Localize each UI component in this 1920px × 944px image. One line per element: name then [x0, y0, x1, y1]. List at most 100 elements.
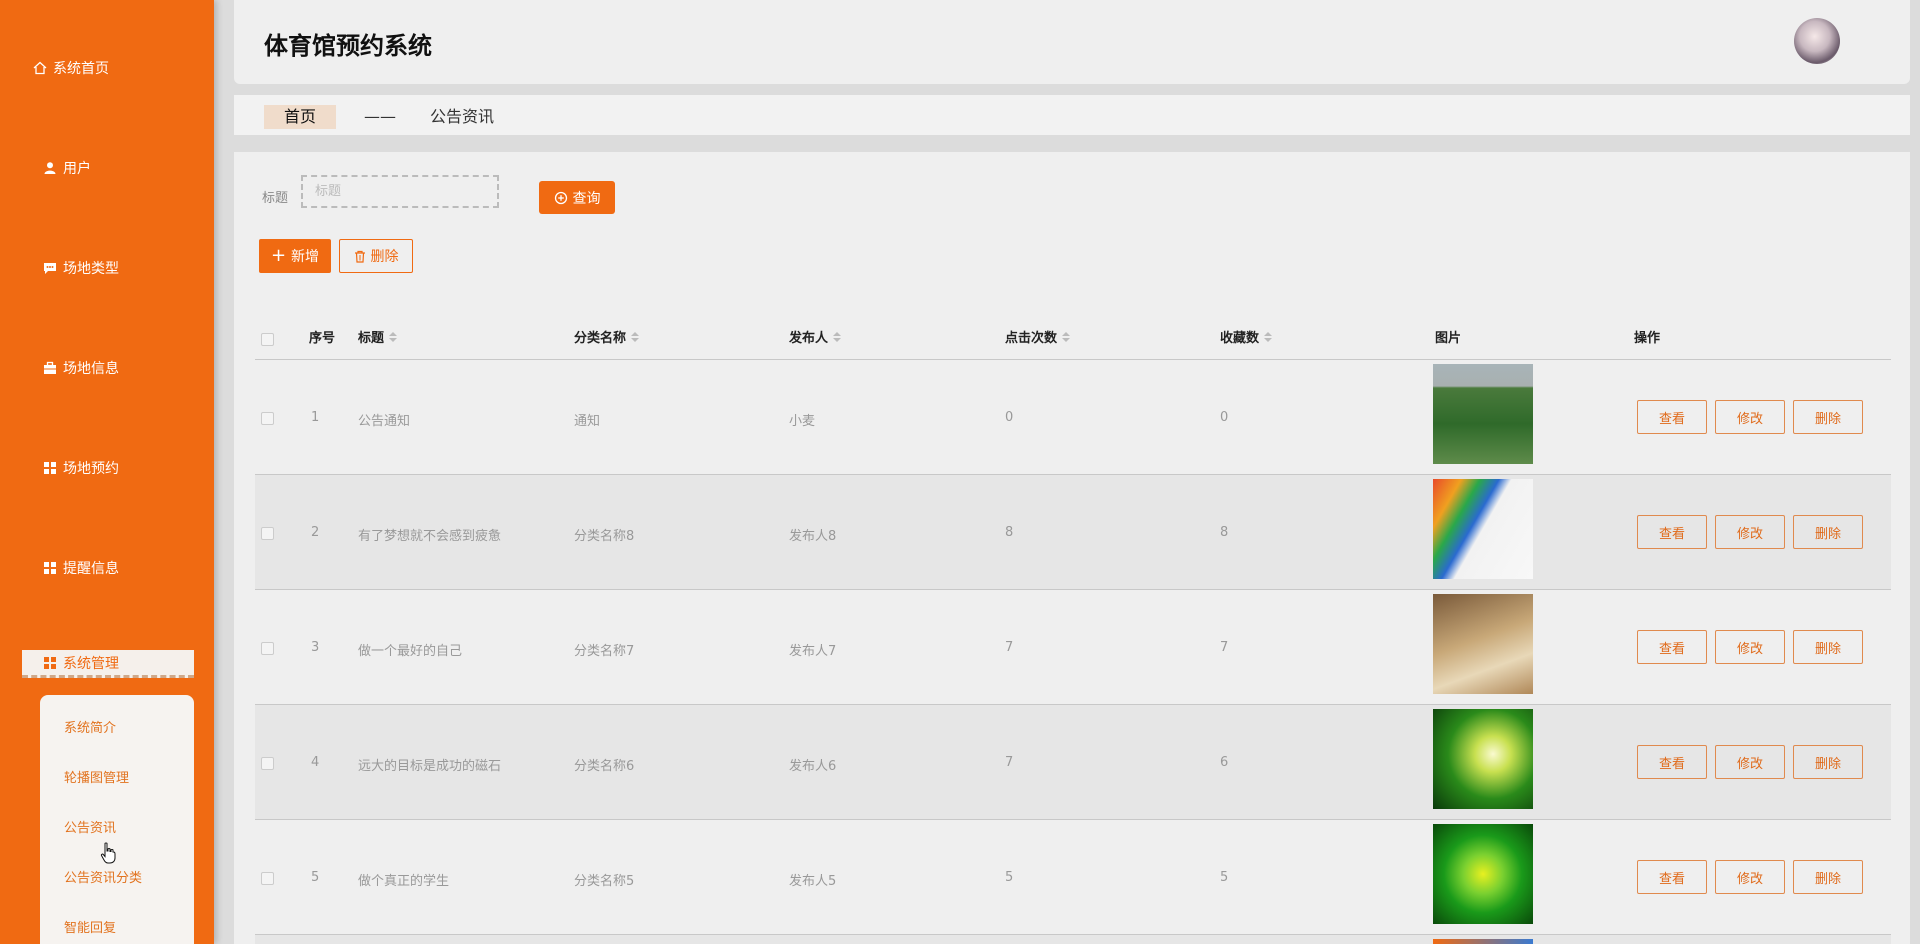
edit-button[interactable]: 修改: [1715, 515, 1785, 549]
delete-button[interactable]: 删除: [1793, 745, 1863, 779]
col-header-favorites[interactable]: 收藏数: [1220, 327, 1273, 346]
user-avatar[interactable]: [1794, 18, 1840, 64]
thumbnail-image[interactable]: [1433, 824, 1533, 924]
sidebar-item-label: 场地预约: [63, 461, 119, 477]
view-button[interactable]: 查看: [1637, 860, 1707, 894]
sidebar-item-venue-type[interactable]: 场地类型: [42, 258, 119, 278]
thumbnail-image[interactable]: [1433, 479, 1533, 579]
cell-publisher: 发布人8: [789, 529, 837, 544]
batch-delete-button[interactable]: 删除: [339, 239, 413, 273]
submenu-item-system-intro[interactable]: 系统简介: [64, 717, 116, 736]
sidebar-item-label: 场地类型: [63, 261, 119, 277]
home-icon: [32, 60, 48, 76]
cell-title: 远大的目标是成功的磁石: [358, 759, 502, 774]
row-checkbox[interactable]: [261, 412, 274, 425]
delete-button[interactable]: 删除: [1793, 400, 1863, 434]
sidebar: 系统首页 用户 场地类型 场地信息 场地预约 提醒信息 系统管理 系统简介 轮播…: [0, 0, 214, 944]
add-button[interactable]: + 新增: [259, 239, 331, 273]
sidebar-item-venue-info[interactable]: 场地信息: [42, 358, 119, 378]
submenu-item-carousel[interactable]: 轮播图管理: [64, 767, 129, 786]
sidebar-item-reminders[interactable]: 提醒信息: [42, 558, 119, 578]
breadcrumb-home[interactable]: 首页: [264, 105, 336, 129]
row-checkbox[interactable]: [261, 527, 274, 540]
submenu-item-announcement-categories[interactable]: 公告资讯分类: [64, 867, 142, 886]
col-header-clicks[interactable]: 点击次数: [1005, 327, 1071, 346]
submenu-item-announcements[interactable]: 公告资讯: [64, 817, 116, 836]
cell-clicks: 7: [1005, 640, 1014, 655]
cell-favorites: 5: [1220, 870, 1229, 885]
sort-icon: [1062, 331, 1071, 342]
sidebar-item-users[interactable]: 用户: [42, 158, 91, 178]
col-header-index: 序号: [309, 331, 336, 346]
user-icon: [42, 160, 58, 176]
cell-title: 做一个最好的自己: [358, 644, 463, 659]
cell-favorites: 7: [1220, 640, 1229, 655]
system-submenu: 系统简介 轮播图管理 公告资讯 公告资讯分类 智能回复: [40, 695, 194, 944]
trash-icon: [354, 250, 366, 263]
app-title: 体育馆预约系统: [264, 32, 432, 60]
sort-icon: [833, 331, 842, 342]
thumbnail-image[interactable]: [1433, 364, 1533, 464]
row-checkbox[interactable]: [261, 757, 274, 770]
title-search-input[interactable]: [301, 175, 499, 208]
sidebar-item-home[interactable]: 系统首页: [32, 58, 109, 78]
row-checkbox[interactable]: [261, 872, 274, 885]
hand-cursor-icon: [100, 842, 116, 864]
view-button[interactable]: 查看: [1637, 400, 1707, 434]
cell-index: 3: [311, 640, 320, 655]
sort-icon: [389, 331, 398, 342]
sidebar-item-venue-booking[interactable]: 场地预约: [42, 458, 119, 478]
delete-button[interactable]: 删除: [1793, 515, 1863, 549]
view-button[interactable]: 查看: [1637, 630, 1707, 664]
delete-button[interactable]: 删除: [1793, 630, 1863, 664]
sidebar-item-system-management[interactable]: 系统管理: [22, 650, 194, 678]
cell-title: 有了梦想就不会感到疲惫: [358, 529, 502, 544]
batch-delete-label: 删除: [370, 249, 399, 265]
thumbnail-image[interactable]: [1433, 939, 1533, 944]
cell-category: 通知: [574, 414, 601, 429]
cell-publisher: 发布人7: [789, 644, 837, 659]
table-row: 1 公告通知 通知 小麦 0 0 查看 修改 删除: [255, 360, 1891, 475]
top-header: 体育馆预约系统: [234, 0, 1910, 84]
cell-clicks: 7: [1005, 755, 1014, 770]
edit-button[interactable]: 修改: [1715, 630, 1785, 664]
select-all-checkbox[interactable]: [261, 333, 274, 346]
grid-icon: [42, 460, 58, 476]
cell-category: 分类名称8: [574, 529, 635, 544]
view-button[interactable]: 查看: [1637, 515, 1707, 549]
search-label: 标题: [262, 191, 289, 206]
row-checkbox[interactable]: [261, 642, 274, 655]
submenu-item-smart-reply[interactable]: 智能回复: [64, 917, 116, 936]
col-header-image: 图片: [1435, 331, 1462, 346]
col-header-category[interactable]: 分类名称: [574, 327, 640, 346]
cell-index: 2: [311, 525, 320, 540]
table-row: 5 做个真正的学生 分类名称5 发布人5 5 5 查看 修改 删除: [255, 820, 1891, 935]
edit-button[interactable]: 修改: [1715, 745, 1785, 779]
edit-button[interactable]: 修改: [1715, 400, 1785, 434]
cell-publisher: 小麦: [789, 414, 816, 429]
cell-clicks: 0: [1005, 410, 1014, 425]
grid-icon: [42, 560, 58, 576]
delete-button[interactable]: 删除: [1793, 860, 1863, 894]
thumbnail-image[interactable]: [1433, 709, 1533, 809]
cell-clicks: 8: [1005, 525, 1014, 540]
table-row-partial: [255, 935, 1891, 944]
col-header-title[interactable]: 标题: [358, 327, 398, 346]
col-header-publisher[interactable]: 发布人: [789, 327, 842, 346]
sidebar-item-label: 系统首页: [53, 61, 109, 77]
thumbnail-image[interactable]: [1433, 594, 1533, 694]
sidebar-item-label: 系统管理: [63, 655, 119, 672]
add-button-label: 新增: [291, 249, 320, 265]
cell-category: 分类名称7: [574, 644, 635, 659]
sort-icon: [631, 331, 640, 342]
table-row: 3 做一个最好的自己 分类名称7 发布人7 7 7 查看 修改 删除: [255, 590, 1891, 705]
edit-button[interactable]: 修改: [1715, 860, 1785, 894]
query-button[interactable]: 查询: [539, 181, 615, 214]
cell-index: 4: [311, 755, 320, 770]
cell-category: 分类名称5: [574, 874, 635, 889]
main-panel: 标题 查询 + 新增 删除 序号 标题 分类名称 发布人 点击次数 收藏数 图片…: [234, 152, 1910, 944]
chat-icon: [42, 260, 58, 276]
cell-index: 5: [311, 870, 320, 885]
view-button[interactable]: 查看: [1637, 745, 1707, 779]
query-button-label: 查询: [572, 190, 601, 207]
